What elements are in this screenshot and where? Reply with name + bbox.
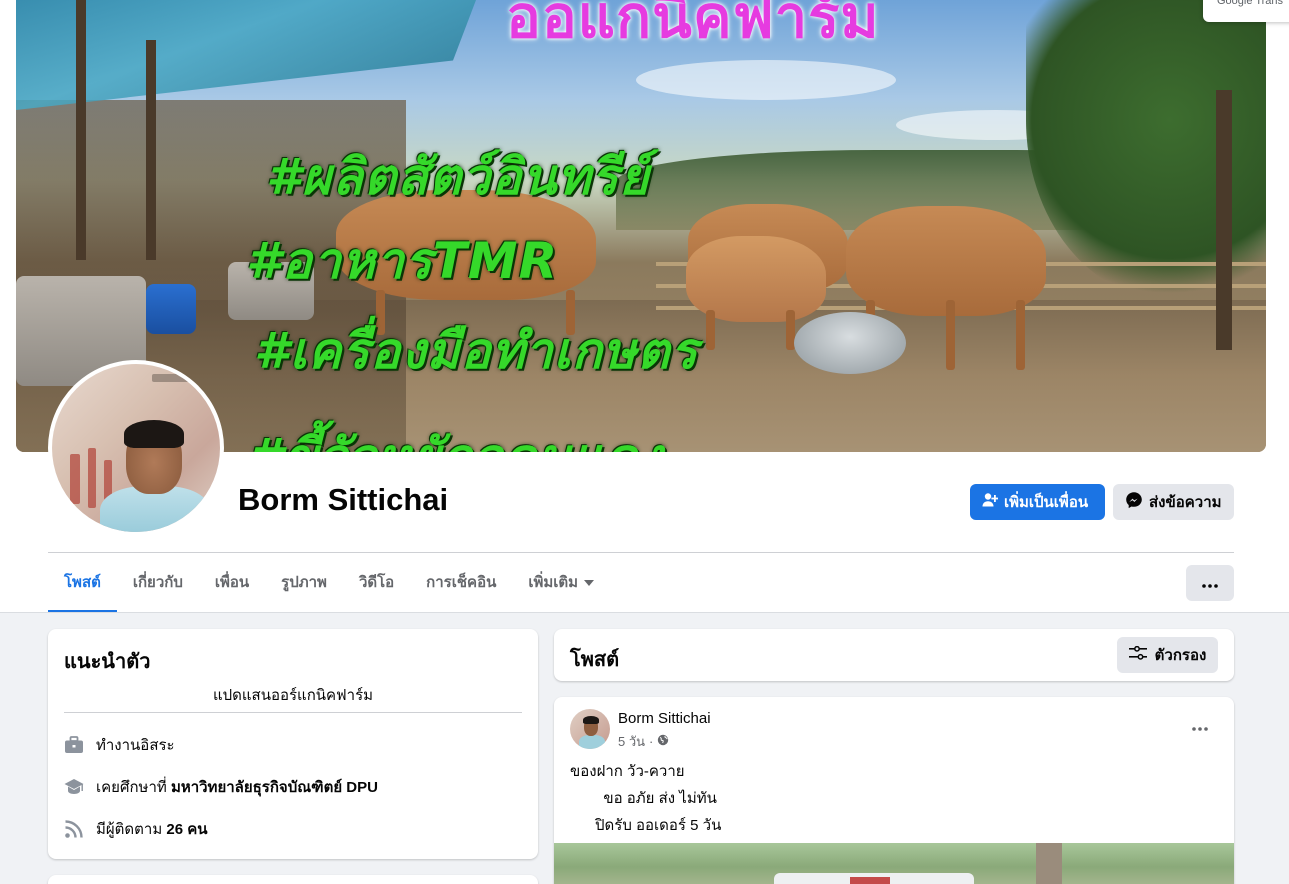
- add-friend-button[interactable]: เพิ่มเป็นเพื่อน: [970, 484, 1105, 520]
- post-author-name[interactable]: Borm Sittichai: [618, 710, 711, 727]
- post-text-line: ขอ อภัย ส่ง ไม่ทัน: [570, 790, 717, 807]
- post-timestamp[interactable]: 5 วัน: [618, 731, 645, 752]
- cover-hashtag: #ขี้วัวหยักอุดมแดง: [248, 418, 663, 452]
- shed-post: [76, 0, 86, 260]
- add-friend-label: เพิ่มเป็นเพื่อน: [1004, 494, 1089, 511]
- person-hair: [124, 420, 184, 448]
- globe-icon: [657, 734, 669, 749]
- more-options-button[interactable]: [1186, 565, 1234, 601]
- posts-title: โพสต์: [570, 649, 620, 671]
- add-friend-icon: [982, 492, 999, 512]
- avatar-shirt: [579, 735, 605, 749]
- messenger-icon: [1125, 491, 1143, 513]
- post-author-avatar[interactable]: [570, 709, 610, 749]
- message-label: ส่งข้อความ: [1149, 494, 1222, 511]
- intro-title: แนะนำตัว: [64, 651, 151, 673]
- tab-photos[interactable]: รูปภาพ: [265, 560, 343, 613]
- ellipsis-icon: [1192, 718, 1208, 736]
- intro-card: แนะนำตัว แปดแสนออร์แกนิคฟาร์ม ทำงานอิสระ…: [48, 629, 538, 859]
- filter-icon: [1128, 645, 1147, 664]
- post-card: Borm Sittichai 5 วัน · ของฝาก วัว-ควาย ข…: [554, 697, 1234, 884]
- tab-friends[interactable]: เพื่อน: [199, 560, 265, 613]
- shed-post: [146, 40, 156, 260]
- filter-label: ตัวกรอง: [1154, 647, 1207, 664]
- intro-education-prefix: เคยศึกษาที่: [96, 779, 167, 796]
- profile-name: Borm Sittichai: [238, 482, 449, 517]
- intro-education-school[interactable]: มหาวิทยาลัยธุรกิจบัณฑิตย์ DPU: [171, 775, 378, 799]
- tab-more-label: เพิ่มเติม: [528, 574, 579, 591]
- background-stripe: [88, 448, 96, 508]
- tree-trunk: [1036, 843, 1062, 884]
- intro-bio: แปดแสนออร์แกนิคฟาร์ม: [212, 687, 374, 704]
- tab-videos[interactable]: วิดีโอ: [343, 560, 410, 613]
- filter-button[interactable]: ตัวกรอง: [1117, 637, 1218, 673]
- calf: [686, 236, 826, 322]
- translate-popup[interactable]: Google Trans: [1203, 0, 1289, 22]
- profile-picture[interactable]: [48, 360, 224, 536]
- intro-followers-row: มีผู้ติดตาม 26 คน: [64, 818, 208, 840]
- cover-hashtag: #อาหารTMR: [246, 232, 559, 290]
- message-button[interactable]: ส่งข้อความ: [1113, 484, 1234, 520]
- feed-trough: [794, 312, 906, 374]
- intro-work-text: ทำงานอิสระ: [96, 737, 175, 754]
- caret-down-icon: [584, 580, 595, 586]
- cow-leg: [1016, 300, 1025, 370]
- intro-followers-count[interactable]: 26 คน: [166, 817, 207, 841]
- graduation-cap-icon: [64, 777, 84, 797]
- cover-hashtag: #เครื่องมือทำเกษตร: [254, 322, 699, 380]
- post-options-button[interactable]: [1182, 711, 1218, 743]
- blue-barrel: [146, 284, 196, 334]
- avatar: [52, 364, 220, 532]
- meta-separator: ·: [649, 734, 654, 749]
- rss-followers-icon: [64, 819, 84, 839]
- intro-education-row: เคยศึกษาที่ มหาวิทยาลัยธุรกิจบัณฑิตย์ DP…: [64, 776, 378, 798]
- cow: [846, 206, 1046, 316]
- intro-work-row: ทำงานอิสระ: [64, 734, 175, 756]
- header-bottom-border: [0, 612, 1289, 613]
- cow-leg: [946, 300, 955, 370]
- post-photo[interactable]: [554, 843, 1234, 884]
- cover-title-text: ออแกนิคฟาร์ม: [506, 0, 880, 51]
- cloud: [636, 60, 896, 100]
- briefcase-icon: [64, 735, 84, 755]
- cover-hashtag: #ผลิตสัตว์อินทรีย์: [266, 148, 650, 206]
- fence-post: [1216, 90, 1232, 350]
- background-sign: [152, 374, 192, 382]
- photos-card: [48, 875, 538, 884]
- ellipsis-icon: [1202, 575, 1218, 592]
- profile-tabs: โพสต์ เกี่ยวกับ เพื่อน รูปภาพ วิดีโอ การ…: [48, 560, 610, 613]
- cow-leg: [706, 310, 715, 350]
- tab-posts[interactable]: โพสต์: [48, 560, 117, 613]
- posts-header-card: โพสต์ ตัวกรอง: [554, 629, 1234, 681]
- intro-followers-prefix: มีผู้ติดตาม: [96, 821, 163, 838]
- post-text-line: ของฝาก วัว-ควาย: [570, 763, 685, 780]
- truck-light: [850, 877, 890, 884]
- post-meta: 5 วัน ·: [618, 731, 669, 752]
- avatar-hair: [583, 716, 599, 724]
- cover-photo[interactable]: ออแกนิคฟาร์ม #ผลิตสัตว์อินทรีย์ #อาหารTM…: [16, 0, 1266, 452]
- background-stripe: [70, 454, 80, 504]
- tab-about[interactable]: เกี่ยวกับ: [117, 560, 199, 613]
- header-divider: [48, 552, 1234, 553]
- post-text-line: ปิดรับ ออเดอร์ 5 วัน: [570, 817, 722, 834]
- tab-checkins[interactable]: การเช็คอิน: [410, 560, 512, 613]
- intro-separator: [64, 712, 522, 713]
- tab-more[interactable]: เพิ่มเติม: [512, 560, 610, 613]
